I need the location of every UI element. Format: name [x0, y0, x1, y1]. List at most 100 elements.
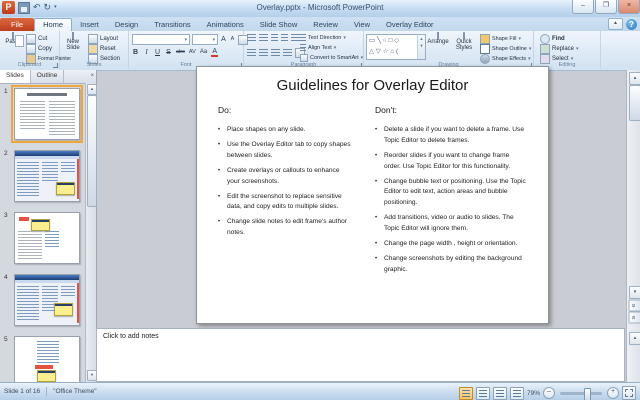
font-color-button[interactable]: A — [211, 48, 218, 57]
previous-slide-icon[interactable]: « — [629, 300, 640, 312]
italic-button[interactable]: I — [143, 48, 150, 57]
redo-icon[interactable]: ↻ — [44, 2, 52, 13]
next-slide-icon[interactable]: » — [629, 312, 640, 324]
shrink-font-button[interactable]: A — [229, 35, 236, 44]
bullets-icon[interactable] — [247, 34, 256, 42]
notes-panel[interactable]: Click to add notes — [96, 328, 625, 382]
tab-view[interactable]: View — [346, 18, 378, 31]
align-right-icon[interactable] — [271, 49, 280, 57]
tab-slide-show[interactable]: Slide Show — [252, 18, 306, 31]
main-scrollbar[interactable]: ▲ ▼ « » ▲ — [626, 70, 640, 382]
zoom-level[interactable]: 79% — [527, 390, 540, 397]
shapes-scroll-down-icon[interactable]: ▼ — [418, 42, 425, 49]
align-left-icon[interactable] — [247, 49, 256, 57]
slide-sorter-view-button[interactable] — [476, 387, 490, 400]
shapes-gallery[interactable]: ▭ ╲ ○ □ ◇ △ ▽ ☆ ⌂ ( ▲ ▼ — [366, 34, 426, 60]
qat-more-icon[interactable]: ▾ — [54, 2, 57, 13]
slide-show-button[interactable] — [510, 387, 524, 400]
scroll-down-icon[interactable]: ▼ — [629, 286, 640, 299]
reset-button[interactable]: Reset — [88, 44, 116, 54]
tab-home[interactable]: Home — [34, 18, 72, 31]
arrange-button[interactable]: Arrange — [426, 33, 450, 45]
zoom-slider-thumb[interactable] — [584, 388, 591, 400]
paste-button[interactable]: Paste — [1, 33, 25, 45]
underline-button[interactable]: U — [154, 48, 161, 57]
reading-view-button[interactable] — [493, 387, 507, 400]
zoom-in-button[interactable]: + — [607, 387, 619, 399]
slide-thumbnail-1[interactable] — [14, 88, 80, 140]
zoom-slider[interactable] — [560, 392, 602, 395]
tab-outline[interactable]: Outline — [31, 70, 65, 83]
tab-review[interactable]: Review — [305, 18, 346, 31]
scroll-thumb[interactable] — [629, 85, 640, 121]
do-header[interactable]: Do: — [218, 105, 231, 115]
fit-to-window-button[interactable] — [622, 386, 636, 400]
new-slide-button[interactable]: New Slide — [61, 33, 85, 51]
align-text-button[interactable]: Align Text▾ — [300, 44, 336, 52]
notes-placeholder[interactable]: Click to add notes — [103, 333, 159, 340]
grow-font-button[interactable]: A — [220, 35, 227, 44]
find-button[interactable]: Find — [540, 34, 565, 44]
decrease-indent-icon[interactable] — [271, 34, 278, 42]
convert-to-smartart-button[interactable]: Convert to SmartArt▾ — [300, 54, 363, 62]
line-spacing-icon[interactable] — [291, 34, 300, 42]
minimize-button[interactable]: – — [572, 0, 594, 14]
dont-list[interactable]: •Delete a slide if you want to delete a … — [375, 125, 527, 280]
shapes-scroll-up-icon[interactable]: ▲ — [418, 35, 425, 42]
slide-indicator[interactable]: Slide 1 of 16 — [4, 388, 40, 395]
increase-indent-icon[interactable] — [281, 34, 288, 42]
collapse-ribbon-icon[interactable]: ▲ — [608, 18, 623, 30]
undo-icon[interactable]: ↶ — [33, 2, 41, 13]
slide-canvas[interactable]: Guidelines for Overlay Editor Do: Don't:… — [196, 66, 549, 324]
tab-insert[interactable]: Insert — [72, 18, 107, 31]
slide-title[interactable]: Guidelines for Overlay Editor — [197, 77, 548, 94]
tab-transitions[interactable]: Transitions — [146, 18, 198, 31]
replace-button[interactable]: Replace▾ — [540, 44, 579, 54]
tab-file[interactable]: File — [0, 18, 34, 31]
theme-indicator[interactable]: "Office Theme" — [53, 388, 96, 395]
font-size-combo[interactable]: ▾ — [192, 34, 218, 45]
tab-slides[interactable]: Slides — [0, 70, 31, 83]
shadow-button[interactable]: abc — [176, 48, 185, 57]
shape-fill-button[interactable]: Shape Fill▾ — [480, 34, 521, 44]
tab-design[interactable]: Design — [107, 18, 146, 31]
save-icon[interactable] — [18, 2, 30, 14]
clipboard-dialog-launcher-icon[interactable] — [53, 63, 58, 68]
zoom-out-button[interactable]: – — [543, 387, 555, 399]
pane-scroll-up-icon[interactable]: ▲ — [87, 84, 97, 95]
justify-icon[interactable] — [283, 49, 292, 57]
numbering-icon[interactable] — [259, 34, 268, 42]
align-center-icon[interactable] — [259, 49, 268, 57]
do-list[interactable]: •Place shapes on any slide. •Use the Ove… — [218, 125, 351, 243]
normal-view-button[interactable] — [459, 387, 473, 400]
tab-animations[interactable]: Animations — [199, 18, 252, 31]
help-icon[interactable]: ? — [626, 19, 637, 30]
cut-button[interactable]: Cut — [26, 34, 47, 44]
shape-outline-button[interactable]: Shape Outline▾ — [480, 44, 531, 54]
powerpoint-logo-icon[interactable]: P — [2, 1, 15, 14]
slide-thumbnail-2[interactable] — [14, 150, 80, 202]
layout-button[interactable]: Layout — [88, 34, 118, 44]
text-direction-button[interactable]: Text Direction▾ — [300, 34, 346, 42]
notes-scroll-up-icon[interactable]: ▲ — [629, 332, 640, 345]
strikethrough-button[interactable]: S — [165, 48, 172, 57]
character-spacing-button[interactable]: AV — [189, 48, 196, 57]
pane-scrollbar[interactable]: ▲ ▼ — [85, 83, 96, 382]
status-separator — [46, 387, 47, 396]
slide-thumbnail-4[interactable] — [14, 274, 80, 326]
copy-button[interactable]: Copy — [26, 44, 52, 54]
slide-thumbnail-5[interactable] — [14, 336, 80, 383]
font-name-combo[interactable]: ▾ — [132, 34, 190, 45]
pane-close-icon[interactable]: × — [90, 72, 94, 80]
change-case-button[interactable]: Aa — [200, 48, 207, 57]
bold-button[interactable]: B — [132, 48, 139, 57]
slide-thumbnail-3[interactable] — [14, 212, 80, 264]
quick-styles-button[interactable]: Quick Styles — [452, 33, 476, 51]
tab-overlay-editor[interactable]: Overlay Editor — [378, 18, 442, 31]
dont-header[interactable]: Don't: — [375, 105, 397, 115]
shapes-gallery-scroll[interactable]: ▲ ▼ — [417, 35, 425, 59]
scroll-up-icon[interactable]: ▲ — [629, 72, 640, 85]
pane-scroll-thumb[interactable] — [87, 95, 97, 207]
close-button[interactable]: × — [618, 0, 640, 14]
maximize-button[interactable]: ❐ — [595, 0, 617, 14]
